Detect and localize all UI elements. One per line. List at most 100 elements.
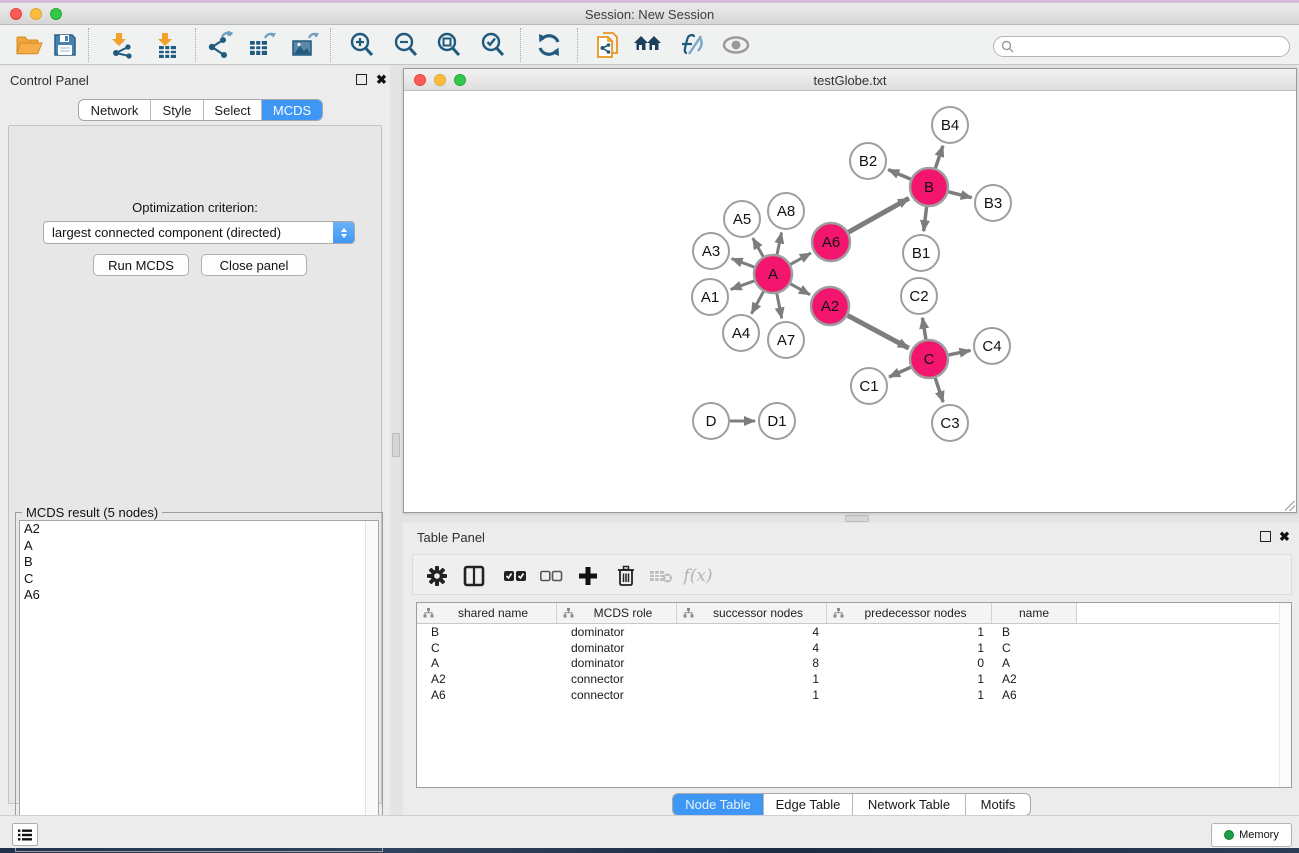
table-cell[interactable]: 4 bbox=[677, 641, 827, 655]
table-cell[interactable]: C bbox=[417, 641, 557, 655]
column-header-predecessor-nodes[interactable]: predecessor nodes bbox=[827, 603, 992, 623]
tab-mcds[interactable]: MCDS bbox=[262, 100, 322, 120]
function-builder-icon[interactable]: f(x) bbox=[683, 561, 713, 591]
column-header-name[interactable]: name bbox=[992, 603, 1077, 623]
memory-button[interactable]: Memory bbox=[1211, 823, 1292, 847]
select-all-icon[interactable] bbox=[500, 561, 530, 591]
float-panel-icon[interactable] bbox=[356, 74, 367, 85]
table-row[interactable]: A2connector11A2 bbox=[417, 671, 1291, 687]
table-cell[interactable]: 8 bbox=[677, 656, 827, 670]
table-cell[interactable]: C bbox=[992, 641, 1077, 655]
graph-node-C[interactable]: C bbox=[910, 340, 948, 378]
edge-A-A6[interactable] bbox=[791, 253, 811, 264]
window-resize-handle[interactable] bbox=[1285, 501, 1295, 511]
table-cell[interactable]: A bbox=[992, 656, 1077, 670]
edge-A-A5[interactable] bbox=[753, 238, 763, 256]
edge-C-C1[interactable] bbox=[889, 367, 911, 377]
columns-icon[interactable] bbox=[459, 561, 489, 591]
result-item[interactable]: A6 bbox=[20, 587, 378, 604]
table-cell[interactable]: 1 bbox=[827, 641, 992, 655]
graph-node-D1[interactable]: D1 bbox=[759, 403, 795, 439]
edge-B-B1[interactable] bbox=[924, 207, 927, 231]
graph-node-C3[interactable]: C3 bbox=[932, 405, 968, 441]
export-network-icon[interactable] bbox=[203, 30, 235, 60]
result-scrollbar[interactable] bbox=[365, 521, 378, 847]
import-table-icon[interactable] bbox=[151, 30, 183, 60]
save-session-icon[interactable] bbox=[49, 30, 81, 60]
close-table-panel-icon[interactable]: ✖ bbox=[1279, 529, 1290, 545]
graph-node-C2[interactable]: C2 bbox=[901, 278, 937, 314]
table-cell[interactable]: 1 bbox=[827, 625, 992, 639]
delete-column-icon[interactable] bbox=[611, 561, 641, 591]
edge-B-B4[interactable] bbox=[935, 146, 943, 168]
result-item[interactable]: C bbox=[20, 571, 378, 588]
table-cell[interactable]: 1 bbox=[827, 672, 992, 686]
result-item[interactable]: B bbox=[20, 554, 378, 571]
unselect-all-icon[interactable] bbox=[536, 561, 566, 591]
graph-node-A4[interactable]: A4 bbox=[723, 315, 759, 351]
gear-icon[interactable] bbox=[422, 561, 452, 591]
close-panel-icon[interactable]: ✖ bbox=[376, 72, 387, 88]
table-row[interactable]: Cdominator41C bbox=[417, 640, 1291, 656]
edge-A-A3[interactable] bbox=[732, 259, 755, 267]
network-from-selection-icon[interactable] bbox=[592, 30, 624, 60]
mcds-result-list[interactable]: A2ABCA6 bbox=[19, 520, 379, 848]
graph-node-A[interactable]: A bbox=[754, 255, 792, 293]
tab-select[interactable]: Select bbox=[204, 100, 262, 120]
graph-node-B2[interactable]: B2 bbox=[850, 143, 886, 179]
graph-node-A1[interactable]: A1 bbox=[692, 279, 728, 315]
zoom-selected-icon[interactable] bbox=[477, 30, 509, 60]
table-row[interactable]: Adominator80A bbox=[417, 656, 1291, 672]
network-canvas[interactable]: AA1A2A3A4A5A6A7A8BB1B2B3B4CC1C2C3C4DD1 bbox=[404, 91, 1296, 512]
home-icon[interactable] bbox=[632, 30, 664, 60]
export-table-icon[interactable] bbox=[246, 30, 278, 60]
graph-node-A2[interactable]: A2 bbox=[811, 287, 849, 325]
edge-C-C3[interactable] bbox=[935, 378, 943, 402]
edge-B-B3[interactable] bbox=[948, 192, 971, 198]
graph-node-A6[interactable]: A6 bbox=[812, 223, 850, 261]
network-graph[interactable]: AA1A2A3A4A5A6A7A8BB1B2B3B4CC1C2C3C4DD1 bbox=[404, 91, 1296, 512]
table-cell[interactable]: 1 bbox=[827, 688, 992, 702]
table-cell[interactable]: A2 bbox=[417, 672, 557, 686]
task-history-button[interactable] bbox=[12, 823, 38, 846]
table-cell[interactable]: A2 bbox=[992, 672, 1077, 686]
close-panel-button[interactable]: Close panel bbox=[201, 254, 307, 276]
float-table-panel-icon[interactable] bbox=[1260, 531, 1271, 542]
edge-B-B2[interactable] bbox=[888, 170, 910, 180]
column-header-successor-nodes[interactable]: successor nodes bbox=[677, 603, 827, 623]
tab-style[interactable]: Style bbox=[151, 100, 204, 120]
search-input[interactable] bbox=[1018, 39, 1289, 55]
table-cell[interactable]: A6 bbox=[417, 688, 557, 702]
zoom-fit-icon[interactable] bbox=[433, 30, 465, 60]
graph-node-B3[interactable]: B3 bbox=[975, 185, 1011, 221]
hide-labels-icon[interactable] bbox=[675, 30, 707, 60]
tab-motifs[interactable]: Motifs bbox=[966, 794, 1030, 815]
table-cell[interactable]: 1 bbox=[677, 688, 827, 702]
table-row[interactable]: Bdominator41B bbox=[417, 624, 1291, 640]
edge-A-A8[interactable] bbox=[777, 233, 782, 255]
tab-edge-table[interactable]: Edge Table bbox=[764, 794, 853, 815]
edge-A-A2[interactable] bbox=[790, 284, 810, 295]
horizontal-split-handle[interactable] bbox=[845, 515, 869, 522]
table-cell[interactable]: A bbox=[417, 656, 557, 670]
tab-network[interactable]: Network bbox=[79, 100, 151, 120]
graph-node-A8[interactable]: A8 bbox=[768, 193, 804, 229]
run-mcds-button[interactable]: Run MCDS bbox=[93, 254, 189, 276]
result-item[interactable]: A bbox=[20, 538, 378, 555]
zoom-in-icon[interactable] bbox=[346, 30, 378, 60]
table-cell[interactable]: dominator bbox=[557, 656, 677, 670]
criterion-dropdown[interactable]: largest connected component (directed) bbox=[43, 221, 355, 244]
import-network-icon[interactable] bbox=[105, 30, 137, 60]
table-cell[interactable]: 1 bbox=[677, 672, 827, 686]
graph-node-C1[interactable]: C1 bbox=[851, 368, 887, 404]
zoom-out-icon[interactable] bbox=[390, 30, 422, 60]
graph-node-B4[interactable]: B4 bbox=[932, 107, 968, 143]
edge-A2-C[interactable] bbox=[848, 315, 909, 348]
edge-A6-B[interactable] bbox=[848, 198, 909, 232]
graph-node-A5[interactable]: A5 bbox=[724, 201, 760, 237]
edge-A-A4[interactable] bbox=[751, 292, 763, 314]
edge-A-A1[interactable] bbox=[731, 281, 755, 290]
table-cell[interactable]: B bbox=[992, 625, 1077, 639]
table-cell[interactable]: A6 bbox=[992, 688, 1077, 702]
search-field[interactable] bbox=[993, 36, 1290, 57]
